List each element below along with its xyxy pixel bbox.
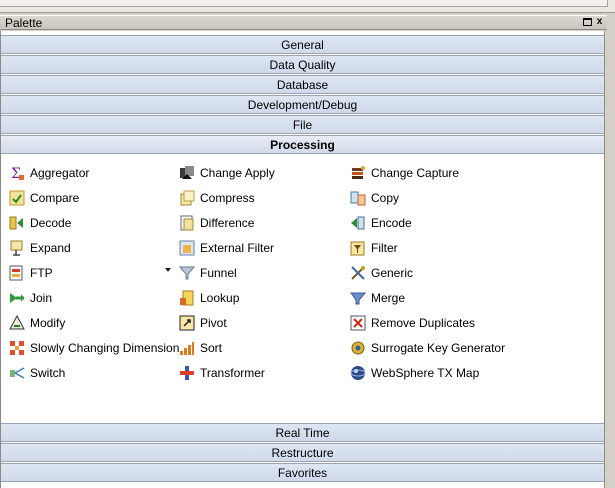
remove-duplicates-icon [350,315,366,331]
top-splitter [0,0,615,13]
palette-item-label: Surrogate Key Generator [371,341,506,355]
sort-icon [180,342,194,355]
drawer-favorites[interactable]: Favorites [1,463,604,482]
restore-button[interactable] [582,17,593,28]
drawer-restructure[interactable]: Restructure [1,443,604,462]
palette-item-label: WebSphere TX Map [371,366,480,380]
external-filter-icon [179,240,195,256]
palette-item-label: Merge [371,291,406,305]
compare-icon [9,190,25,206]
pivot-icon [179,315,195,331]
websphere-tx-map-icon [350,366,366,380]
palette-item-label: Decode [30,216,72,230]
expand-icon [10,240,23,256]
copy-icon [350,191,366,206]
switch-icon [10,367,25,379]
join-icon [10,293,24,303]
filter-icon [350,241,365,256]
palette-item-label: Copy [371,191,400,205]
palette-item-label: Encode [371,216,412,230]
encode-icon [351,216,365,230]
modify-icon [9,315,25,330]
palette-item-label: Compress [200,191,255,205]
palette-item-label: Slowly Changing Dimension [30,341,180,355]
palette-titlebar: Palette x [0,15,607,30]
funnel-icon [179,266,195,280]
close-button[interactable]: x [594,17,605,28]
palette-item-label: Change Apply [200,166,275,180]
palette-item-label: Modify [30,316,66,330]
palette-item-label: Lookup [200,291,240,305]
palette-item-label: FTP [30,266,53,280]
palette-item-label: External Filter [200,241,275,255]
difference-icon [180,215,194,231]
drawer-data-quality[interactable]: Data Quality [1,55,604,74]
transformer-icon [180,366,194,380]
palette-item-label: Remove Duplicates [371,316,476,330]
palette-item-label: Aggregator [30,166,90,180]
drawer-processing[interactable]: Processing [1,135,604,154]
palette-item-label: Switch [30,366,66,380]
palette-item-label: Change Capture [371,166,460,180]
ftp-dropdown-arrow-icon[interactable] [165,268,171,272]
decode-icon [9,216,23,230]
palette-item-label: Compare [30,191,80,205]
palette-item-label: Expand [30,241,71,255]
drawer-general[interactable]: General [1,35,604,54]
palette-item-label: Funnel [200,266,237,280]
palette-title: Palette [5,16,43,30]
drawer-real-time[interactable]: Real Time [1,423,604,442]
surrogate-key-generator-icon [351,341,365,355]
top-pane-edge [0,0,608,7]
generic-icon [351,266,365,280]
slowly-changing-dimension-icon [10,341,24,355]
ftp-icon [9,265,23,281]
drawer-database[interactable]: Database [1,75,604,94]
lookup-icon [180,290,194,306]
change-apply-icon [180,166,194,179]
restore-icon [583,18,592,26]
change-capture-icon [352,166,365,179]
palette-panel: General Data Quality Database Developmen… [0,31,605,488]
palette-item-label: Transformer [200,366,265,380]
palette-item-label: Filter [371,241,398,255]
palette-item-label: Difference [200,216,255,230]
drawer-development-debug[interactable]: Development/Debug [1,95,604,114]
palette-item-label: Join [30,291,53,305]
drawer-file[interactable]: File [1,115,604,134]
palette-item-label: Generic [371,266,414,280]
merge-icon [350,292,366,305]
palette-item-label: Sort [200,341,223,355]
compress-icon [180,190,195,206]
aggregator-icon: Σ [11,166,24,181]
close-icon: x [596,16,603,27]
palette-item-label: Pivot [200,316,227,330]
